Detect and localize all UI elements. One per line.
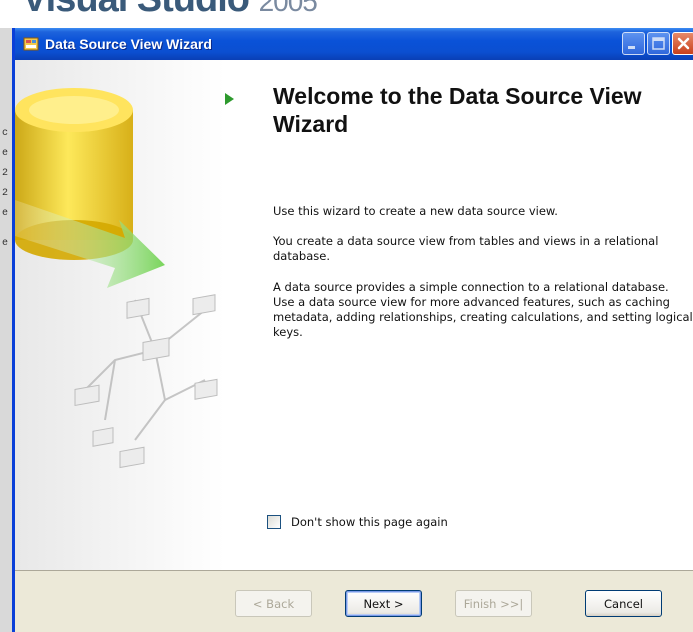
intro-paragraph: Use this wizard to create a new data sou… bbox=[273, 204, 558, 218]
cancel-button[interactable]: Cancel bbox=[585, 590, 662, 617]
dont-show-again-checkbox[interactable] bbox=[267, 515, 281, 529]
maximize-button[interactable] bbox=[647, 32, 670, 55]
finish-button[interactable]: Finish >>| bbox=[455, 590, 532, 617]
product-version: 2005 bbox=[258, 0, 318, 17]
window-controls bbox=[622, 32, 693, 55]
back-button[interactable]: < Back bbox=[235, 590, 312, 617]
product-logo-text: Visual Studio 2005 bbox=[22, 0, 318, 21]
editor-fragment: e bbox=[2, 208, 9, 219]
product-name: Visual Studio bbox=[22, 0, 250, 20]
maximize-icon bbox=[652, 37, 665, 50]
current-step-arrow-icon bbox=[225, 93, 234, 105]
window-title: Data Source View Wizard bbox=[45, 36, 212, 52]
editor-fragment: c bbox=[2, 128, 9, 139]
next-button[interactable]: Next > bbox=[345, 590, 422, 617]
description-paragraph: You create a data source view from table… bbox=[273, 234, 659, 263]
close-icon bbox=[677, 37, 690, 50]
wizard-page: Welcome to the Data Source View Wizard U… bbox=[15, 60, 693, 570]
editor-fragment: e bbox=[2, 148, 9, 159]
minimize-icon bbox=[628, 46, 635, 49]
close-button[interactable] bbox=[672, 32, 693, 55]
wizard-window: Data Source View Wizard Welcome to the D… bbox=[12, 28, 693, 632]
wizard-app-icon bbox=[23, 36, 39, 52]
page-title: Welcome to the Data Source View Wizard bbox=[273, 83, 642, 137]
wizard-side-illustration bbox=[15, 60, 225, 570]
wizard-button-bar: < Back Next > Finish >>| Cancel bbox=[15, 570, 693, 632]
editor-fragment: e bbox=[2, 238, 9, 249]
minimize-button[interactable] bbox=[622, 32, 645, 55]
title-bar[interactable]: Data Source View Wizard bbox=[15, 28, 693, 60]
details-paragraph: A data source provides a simple connecti… bbox=[273, 280, 693, 339]
database-illustration-icon bbox=[15, 88, 218, 469]
dont-show-again-label[interactable]: Don't show this page again bbox=[291, 515, 448, 529]
dont-show-again-row[interactable]: Don't show this page again bbox=[267, 515, 448, 529]
background-app-banner: Visual Studio 2005 bbox=[0, 0, 693, 28]
editor-fragment: 2 bbox=[2, 188, 9, 199]
editor-fragment: 2 bbox=[2, 168, 9, 179]
background-editor-strip: c e 2 2 e e bbox=[0, 28, 12, 632]
